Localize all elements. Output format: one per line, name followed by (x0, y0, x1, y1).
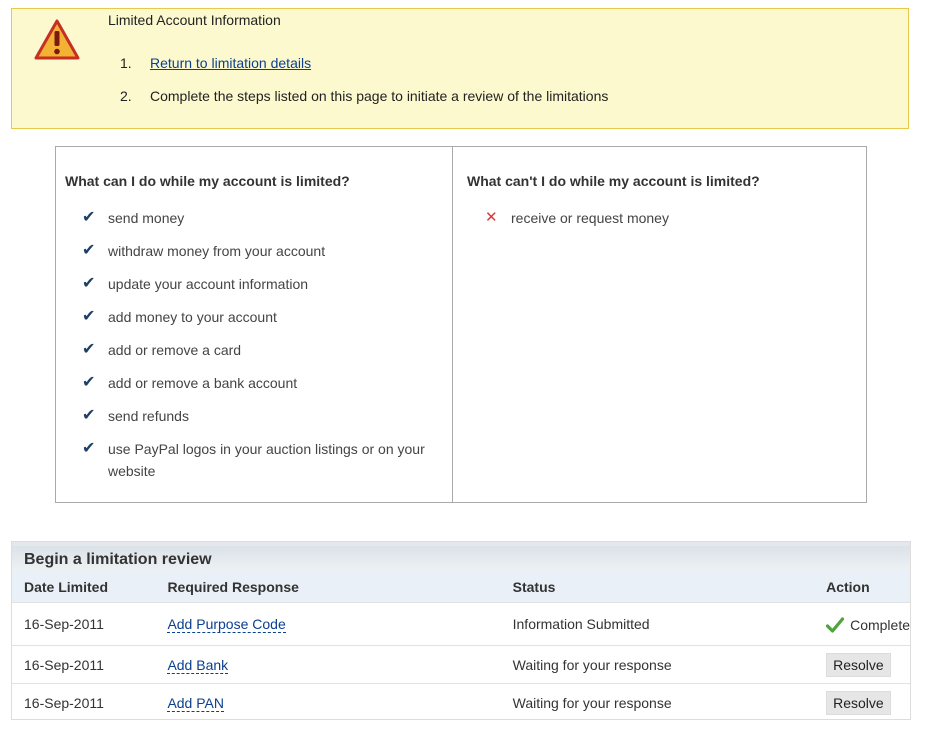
warning-icon (34, 19, 80, 60)
resolve-bank-button[interactable]: Resolve (826, 652, 891, 677)
limitation-review-section: Begin a limitation review Date Limited R… (11, 541, 911, 721)
resolve-pan-button[interactable]: Resolve (826, 690, 891, 715)
status-cell: Information Submitted (500, 602, 815, 646)
can-do-column: What can I do while my account is limite… (56, 147, 453, 502)
check-icon: ✔ (82, 407, 96, 424)
check-icon: ✔ (82, 209, 96, 226)
action-cell: Resolve (814, 645, 910, 684)
check-icon: ✔ (82, 440, 96, 457)
date-cell: 16-Sep-2011 (12, 645, 156, 684)
response-cell: Add Bank (155, 645, 501, 684)
alert-step: 2. Complete the steps listed on this pag… (120, 88, 608, 121)
check-icon: ✔ (82, 374, 96, 391)
limited-account-alert: Limited Account Information 1. Return to… (11, 8, 909, 129)
check-icon: ✔ (82, 242, 96, 259)
list-item: ✔ add or remove a bank account (82, 372, 438, 405)
alert-steps: 1. Return to limitation details 2. Compl… (120, 55, 608, 121)
date-cell: 16-Sep-2011 (12, 602, 156, 646)
table-row: 16-Sep-2011 Add Purpose Code Information… (12, 602, 910, 646)
table-row: 16-Sep-2011 Add Bank Waiting for your re… (12, 645, 910, 684)
review-table: Date Limited Required Response Status Ac… (12, 571, 910, 721)
add-purpose-code-link[interactable]: Add Purpose Code (167, 616, 286, 633)
limitation-capabilities-panel: What can I do while my account is limite… (55, 146, 867, 503)
list-item: ✔ use PayPal logos in your auction listin… (82, 440, 425, 479)
status-cell: Waiting for your response (500, 683, 815, 721)
response-cell: Add Purpose Code (155, 602, 501, 646)
table-row: 16-Sep-2011 Add PAN Waiting for your res… (12, 683, 910, 721)
check-icon: ✔ (82, 341, 96, 358)
list-item: ✔ withdraw money from your account (82, 240, 438, 273)
add-pan-link[interactable]: Add PAN (167, 694, 224, 712)
cross-icon: ✕ (485, 209, 498, 226)
list-item: ✔ send refunds (82, 405, 438, 438)
list-item: ✕ receive or request money (485, 207, 841, 240)
list-item: ✔ add money to your account (82, 306, 438, 339)
list-item: ✔ update your account information (82, 273, 438, 306)
can-do-list: ✔ send money ✔ withdraw money from your ac… (82, 207, 438, 482)
action-cell: Complete (814, 602, 910, 646)
column-header-status: Status (500, 571, 815, 603)
table-header-row: Date Limited Required Response Status Ac… (12, 571, 910, 603)
alert-title: Limited Account Information (108, 12, 281, 28)
column-header-response: Required Response (155, 571, 501, 603)
can-do-heading: What can I do while my account is limite… (65, 173, 350, 189)
column-header-date: Date Limited (12, 571, 156, 603)
date-cell: 16-Sep-2011 (12, 683, 156, 721)
alert-step: 1. Return to limitation details (120, 55, 608, 88)
list-item: ✔ add or remove a card (82, 339, 438, 372)
complete-label: Complete (850, 616, 910, 633)
complete-status: Complete (826, 617, 910, 633)
response-cell: Add PAN (155, 683, 501, 721)
review-title: Begin a limitation review (24, 551, 212, 568)
list-item: ✔ send money (82, 207, 438, 240)
return-to-limitation-details-link[interactable]: Return to limitation details (150, 55, 311, 88)
cannot-do-column: What can't I do while my account is limi… (453, 147, 866, 502)
cannot-do-list: ✕ receive or request money (485, 207, 841, 240)
add-bank-link[interactable]: Add Bank (167, 656, 229, 674)
alert-step-text: Complete the steps listed on this page t… (150, 88, 609, 104)
check-icon: ✔ (82, 275, 96, 292)
green-check-icon (826, 616, 845, 633)
status-cell: Waiting for your response (500, 645, 815, 684)
cannot-do-heading: What can't I do while my account is limi… (467, 173, 760, 189)
action-cell: Resolve (814, 683, 910, 721)
check-icon: ✔ (82, 308, 96, 325)
column-header-action: Action (814, 571, 910, 603)
